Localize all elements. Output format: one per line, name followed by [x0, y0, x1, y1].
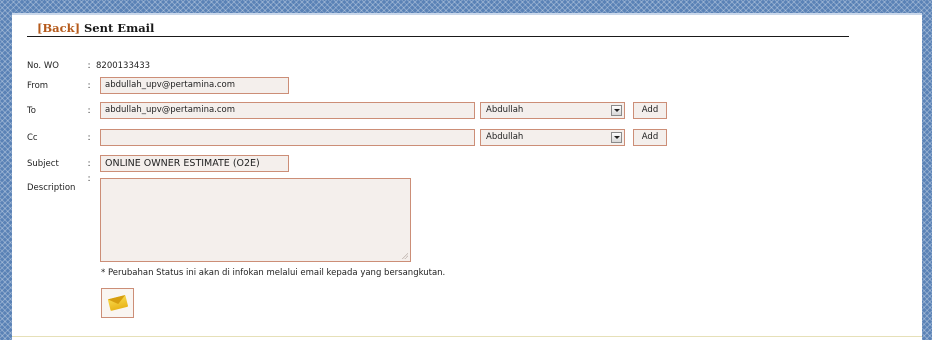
to-label: To [27, 106, 36, 116]
cc-label: Cc [27, 133, 38, 143]
cc-add-button[interactable]: Add [633, 129, 667, 146]
back-link[interactable]: [Back] [37, 21, 80, 35]
cc-recipient-select-value: Abdullah [486, 132, 524, 142]
no-wo-colon: : [87, 61, 91, 71]
chevron-down-icon[interactable] [611, 105, 622, 116]
page-header: [Back] Sent Email [27, 20, 849, 37]
notification-note: * Perubahan Status ini akan di infokan m… [101, 268, 446, 278]
chevron-down-icon[interactable] [611, 132, 622, 143]
description-textarea[interactable] [100, 178, 411, 262]
from-label: From [27, 81, 49, 91]
envelope-icon [107, 295, 129, 311]
subject-colon: : [87, 159, 91, 169]
to-add-button[interactable]: Add [633, 102, 667, 119]
to-colon: : [87, 106, 91, 116]
no-wo-label: No. WO [27, 61, 59, 71]
back-bracket-close: ] [74, 21, 81, 35]
to-recipient-select-value: Abdullah [486, 105, 524, 115]
bottom-divider [12, 336, 922, 337]
send-email-button[interactable] [101, 288, 134, 318]
description-colon: : [87, 174, 91, 184]
to-recipient-select[interactable]: Abdullah [480, 102, 625, 119]
cc-field[interactable] [100, 129, 475, 146]
page-title: Sent Email [84, 21, 155, 35]
subject-field[interactable]: ONLINE OWNER ESTIMATE (O2E) [100, 155, 289, 172]
subject-label: Subject [27, 159, 59, 169]
cc-recipient-select[interactable]: Abdullah [480, 129, 625, 146]
back-link-label[interactable]: Back [42, 21, 74, 35]
cc-colon: : [87, 133, 91, 143]
description-label: Description [27, 183, 76, 193]
from-field[interactable]: abdullah_upv@pertamina.com [100, 77, 289, 94]
from-colon: : [87, 81, 91, 91]
resize-grip-icon[interactable] [401, 252, 408, 259]
to-field[interactable]: abdullah_upv@pertamina.com [100, 102, 475, 119]
no-wo-value: 8200133433 [96, 61, 151, 71]
